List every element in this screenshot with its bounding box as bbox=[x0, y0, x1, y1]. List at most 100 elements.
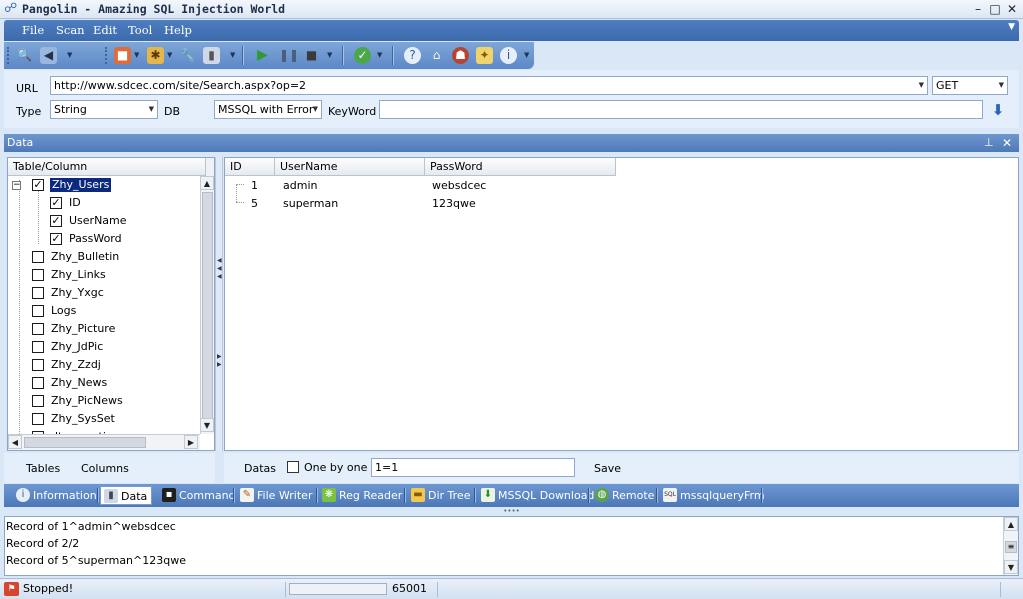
tree-item-zhy-bulletin[interactable]: Zhy_Bulletin bbox=[8, 248, 200, 266]
tree-item-zhy-yxgc[interactable]: Zhy_Yxgc bbox=[8, 284, 200, 302]
menu-tool[interactable]: Tool bbox=[128, 23, 152, 38]
grid-header-username[interactable]: UserName bbox=[275, 158, 425, 176]
tab-dir-tree[interactable]: ▬ Dir Tree bbox=[408, 486, 474, 505]
pause-icon[interactable]: ❚❚ bbox=[279, 47, 299, 64]
db-dropdown-icon[interactable]: ▼ bbox=[313, 101, 318, 118]
condition-input[interactable]: 1=1 bbox=[371, 458, 575, 477]
wrench-icon[interactable]: 🔧 bbox=[179, 47, 196, 64]
tab-mssqlqueryfrm[interactable]: SQL mssqlqueryFrm bbox=[660, 486, 769, 505]
one-by-one-checkbox[interactable] bbox=[287, 461, 299, 473]
settings-dropdown-icon[interactable]: ▼ bbox=[167, 51, 172, 59]
menu-edit[interactable]: Edit bbox=[93, 23, 117, 38]
menu-overflow-icon[interactable]: ▼ bbox=[1008, 22, 1015, 32]
scan-icon[interactable]: ◀ bbox=[40, 47, 57, 64]
method-dropdown-icon[interactable]: ▼ bbox=[999, 77, 1004, 94]
home-icon[interactable]: ⌂ bbox=[428, 47, 445, 64]
stop-icon[interactable]: ■ bbox=[303, 47, 320, 64]
tree-item-zhy-jdpic[interactable]: Zhy_JdPic bbox=[8, 338, 200, 356]
run-dropdown-icon[interactable]: ▼ bbox=[327, 51, 332, 59]
scroll-down-icon[interactable]: ▼ bbox=[1004, 560, 1018, 574]
star-icon[interactable]: ✦ bbox=[476, 47, 493, 64]
toolbar-grip[interactable] bbox=[105, 47, 108, 64]
database-dropdown-icon[interactable]: ▼ bbox=[230, 51, 235, 59]
tree-checkbox[interactable] bbox=[32, 323, 44, 335]
tree-checkbox[interactable]: ✓ bbox=[50, 197, 62, 209]
tree-checkbox[interactable] bbox=[32, 269, 44, 281]
tab-command[interactable]: ▪ Command bbox=[159, 486, 240, 505]
tree-item-zhy-zzdj[interactable]: Zhy_Zzdj bbox=[8, 356, 200, 374]
menu-scan[interactable]: Scan bbox=[56, 23, 85, 38]
bug-icon[interactable]: ☗ bbox=[452, 47, 469, 64]
tree-item-id[interactable]: ✓ ID bbox=[8, 194, 200, 212]
table-row[interactable]: 5 superman 123qwe bbox=[225, 195, 616, 213]
collapse-icon[interactable]: − bbox=[12, 181, 21, 190]
tab-remote[interactable]: ◍ Remote bbox=[592, 486, 658, 505]
keyword-input[interactable] bbox=[379, 100, 983, 119]
scroll-right-icon[interactable]: ▶ bbox=[184, 435, 198, 449]
database-icon[interactable]: ▮ bbox=[203, 47, 220, 64]
scroll-down-icon[interactable]: ▼ bbox=[200, 418, 214, 432]
tree-checkbox[interactable] bbox=[32, 341, 44, 353]
tree-checkbox[interactable] bbox=[32, 359, 44, 371]
scroll-thumb[interactable]: ≡ bbox=[1005, 541, 1017, 553]
help-icon[interactable]: ? bbox=[404, 47, 421, 64]
tree-checkbox[interactable] bbox=[32, 287, 44, 299]
tab-information[interactable]: i Information bbox=[13, 486, 101, 505]
tree-checkbox[interactable]: ✓ bbox=[50, 215, 62, 227]
play-icon[interactable]: ▶ bbox=[254, 47, 271, 64]
scroll-up-icon[interactable]: ▲ bbox=[200, 176, 214, 190]
tree-checkbox[interactable]: ✓ bbox=[32, 179, 44, 191]
tree-item-password[interactable]: ✓ PassWord bbox=[8, 230, 200, 248]
tree-checkbox[interactable]: ✓ bbox=[50, 233, 62, 245]
tree-checkbox[interactable] bbox=[32, 395, 44, 407]
datas-button[interactable]: Datas bbox=[244, 462, 276, 476]
table-row[interactable]: 1 admin websdcec bbox=[225, 177, 616, 195]
check-icon[interactable]: ✓ bbox=[354, 47, 371, 64]
tree-checkbox[interactable] bbox=[32, 377, 44, 389]
db-select[interactable]: MSSQL with Error ▼ bbox=[214, 100, 322, 119]
grid-header-id[interactable]: ID bbox=[225, 158, 275, 176]
tree-item-zhy-picnews[interactable]: Zhy_PicNews bbox=[8, 392, 200, 410]
inject-icon[interactable]: ■ bbox=[114, 47, 131, 64]
tree-item-zhy-users[interactable]: − ✓ Zhy_Users bbox=[8, 176, 200, 194]
about-icon[interactable]: i bbox=[500, 47, 517, 64]
minimize-button[interactable]: – bbox=[970, 2, 986, 16]
inject-dropdown-icon[interactable]: ▼ bbox=[134, 51, 139, 59]
search-icon[interactable]: 🔍 bbox=[16, 47, 33, 64]
url-dropdown-icon[interactable]: ▼ bbox=[919, 77, 924, 94]
log-scrollbar[interactable]: ▲ ≡ ▼ bbox=[1003, 517, 1018, 575]
method-select[interactable]: GET ▼ bbox=[932, 76, 1008, 95]
check-dropdown-icon[interactable]: ▼ bbox=[377, 51, 382, 59]
panel-close-icon[interactable]: ✕ bbox=[1002, 135, 1012, 151]
type-dropdown-icon[interactable]: ▼ bbox=[149, 101, 154, 118]
tab-mssql-download[interactable]: ⬇ MSSQL Download bbox=[478, 486, 598, 505]
tab-data[interactable]: ▮ Data bbox=[100, 486, 153, 505]
scroll-thumb[interactable] bbox=[24, 437, 146, 448]
panel-splitter[interactable]: ◀ ◀ ◀ ▶ ▶ bbox=[215, 157, 223, 451]
tables-button[interactable]: Tables bbox=[26, 462, 60, 476]
tree-item-username[interactable]: ✓ UserName bbox=[8, 212, 200, 230]
tree-checkbox[interactable] bbox=[32, 413, 44, 425]
tree-item-zhy-sysset[interactable]: Zhy_SysSet bbox=[8, 410, 200, 428]
settings-icon[interactable]: ✱ bbox=[147, 47, 164, 64]
menu-help[interactable]: Help bbox=[164, 23, 192, 38]
pin-icon[interactable]: ⊥ bbox=[984, 135, 994, 151]
scan-dropdown-icon[interactable]: ▼ bbox=[67, 51, 72, 59]
log-resize-grip[interactable]: •••• bbox=[4, 508, 1019, 515]
download-arrow-icon[interactable]: ⬇ bbox=[991, 102, 1005, 118]
tree-item-zhy-picture[interactable]: Zhy_Picture bbox=[8, 320, 200, 338]
tree-item-logs[interactable]: Logs bbox=[8, 302, 200, 320]
scroll-up-icon[interactable]: ▲ bbox=[1004, 517, 1018, 531]
tab-file-writer[interactable]: ✎ File Writer bbox=[237, 486, 316, 505]
scroll-thumb[interactable] bbox=[202, 192, 213, 430]
type-select[interactable]: String ▼ bbox=[50, 100, 158, 119]
tab-reg-reader[interactable]: ❋ Reg Reader bbox=[319, 486, 406, 505]
about-dropdown-icon[interactable]: ▼ bbox=[524, 51, 529, 59]
tree-item-zhy-links[interactable]: Zhy_Links bbox=[8, 266, 200, 284]
tree-checkbox[interactable] bbox=[32, 305, 44, 317]
close-button[interactable]: ✕ bbox=[1004, 2, 1020, 16]
url-input[interactable]: http://www.sdcec.com/site/Search.aspx?op… bbox=[50, 76, 928, 95]
save-button[interactable]: Save bbox=[594, 462, 621, 476]
grid-header-password[interactable]: PassWord bbox=[425, 158, 616, 176]
columns-button[interactable]: Columns bbox=[81, 462, 129, 476]
